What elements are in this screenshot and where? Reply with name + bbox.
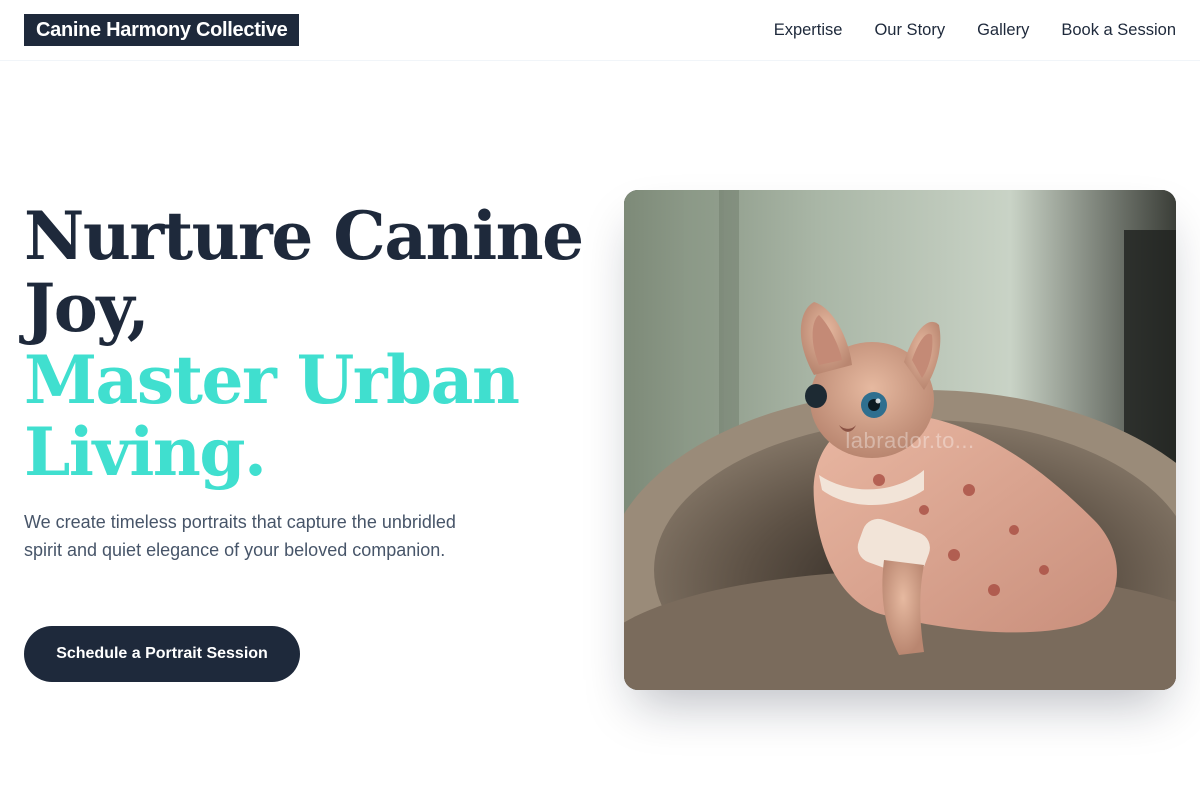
nav-link-our-story[interactable]: Our Story xyxy=(874,20,945,40)
nav-link-gallery[interactable]: Gallery xyxy=(977,20,1029,40)
headline-line-4: Living. xyxy=(24,413,267,491)
headline-line-2: Joy, xyxy=(24,269,150,347)
image-watermark: labrador.to... xyxy=(845,428,975,453)
headline-line-3: Master Urban xyxy=(24,341,520,419)
hero-headline: Nurture Canine Joy, Master Urban Living. xyxy=(24,200,584,488)
headline-line-1: Nurture Canine xyxy=(24,197,584,275)
hero-subtitle: We create timeless portraits that captur… xyxy=(24,512,456,560)
site-header: Canine Harmony Collective Expertise Our … xyxy=(0,0,1200,61)
main-nav: Expertise Our Story Gallery Book a Sessi… xyxy=(774,0,1176,60)
site-logo[interactable]: Canine Harmony Collective xyxy=(24,14,300,46)
hero-text: Nurture Canine Joy, Master Urban Living.… xyxy=(24,200,584,682)
nav-link-expertise[interactable]: Expertise xyxy=(774,20,843,40)
hero-photo: labrador.to... xyxy=(624,190,1176,690)
schedule-session-button[interactable]: Schedule a Portrait Session xyxy=(24,626,300,682)
nav-link-book-session[interactable]: Book a Session xyxy=(1061,20,1176,40)
